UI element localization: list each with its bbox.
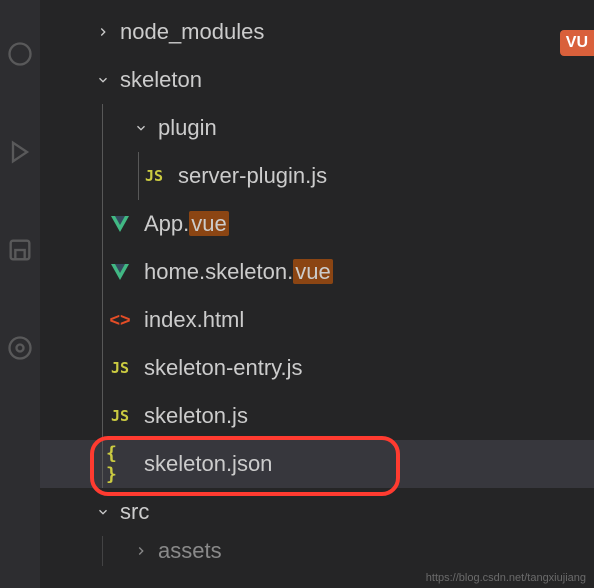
html-icon: <> [106,309,134,331]
file-server-plugin-js[interactable]: JS server-plugin.js [40,152,594,200]
file-skeleton-js[interactable]: JS skeleton.js [40,392,594,440]
folder-label: skeleton [120,67,202,93]
activity-icon-4[interactable] [6,334,34,362]
file-skeleton-json[interactable]: { } skeleton.json [40,440,594,488]
chevron-right-icon [94,23,112,41]
folder-node-modules[interactable]: node_modules [40,8,594,56]
file-label: index.html [144,307,244,333]
file-skeleton-entry-js[interactable]: JS skeleton-entry.js [40,344,594,392]
file-index-html[interactable]: <> index.html [40,296,594,344]
folder-skeleton[interactable]: skeleton [40,56,594,104]
file-label: home.skeleton.vue [144,259,333,285]
vue-badge: VU [560,30,594,56]
folder-label: node_modules [120,19,264,45]
json-icon: { } [106,453,134,475]
chevron-right-icon [132,542,150,560]
folder-label: src [120,499,149,525]
file-label: skeleton-entry.js [144,355,303,381]
file-app-vue[interactable]: App.vue [40,200,594,248]
file-label: App.vue [144,211,229,237]
activity-icon-1[interactable] [6,40,34,68]
folder-label: plugin [158,115,217,141]
file-label: skeleton.js [144,403,248,429]
js-icon: JS [140,165,168,187]
folder-label: assets [158,538,222,564]
file-label: skeleton.json [144,451,272,477]
chevron-down-icon [94,71,112,89]
activity-icon-2[interactable] [6,138,34,166]
js-icon: JS [106,405,134,427]
vue-icon [106,213,134,235]
folder-assets[interactable]: assets [40,536,594,566]
file-label: server-plugin.js [178,163,327,189]
file-home-skeleton-vue[interactable]: home.skeleton.vue [40,248,594,296]
activity-bar [0,0,40,588]
file-explorer: node_modules skeleton plugin JS server-p… [40,0,594,588]
vue-icon [106,261,134,283]
chevron-down-icon [94,503,112,521]
watermark: https://blog.csdn.net/tangxiujiang [426,572,586,584]
folder-plugin[interactable]: plugin [40,104,594,152]
js-icon: JS [106,357,134,379]
chevron-down-icon [132,119,150,137]
activity-icon-3[interactable] [6,236,34,264]
folder-src[interactable]: src [40,488,594,536]
